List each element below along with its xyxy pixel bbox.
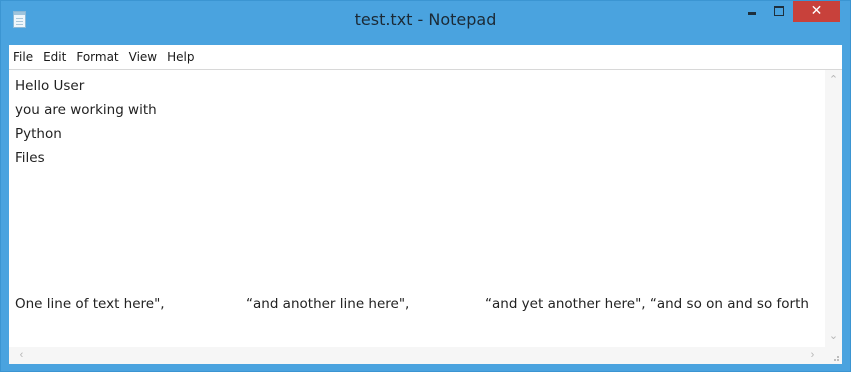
scroll-down-icon[interactable]: ⌄ <box>825 328 842 345</box>
text-line-4: Files <box>15 150 45 166</box>
title-bar[interactable]: test.txt - Notepad ✕ <box>1 1 850 45</box>
editor-area[interactable]: Hello User you are working with Python F… <box>9 70 842 364</box>
close-button[interactable]: ✕ <box>793 1 840 22</box>
minimize-button[interactable] <box>739 1 765 22</box>
text-line-3: Python <box>15 126 62 142</box>
window-title: test.txt - Notepad <box>354 10 497 29</box>
text-line-long-part2: “and another line here", <box>246 296 410 312</box>
text-line-1: Hello User <box>15 78 85 94</box>
horizontal-scrollbar[interactable]: ‹ › <box>9 347 825 364</box>
menu-edit[interactable]: Edit <box>38 45 71 69</box>
scroll-left-icon[interactable]: ‹ <box>13 347 30 364</box>
notepad-window: test.txt - Notepad ✕ File Edit Format View H… <box>0 0 851 372</box>
menu-file[interactable]: File <box>9 45 38 69</box>
text-content[interactable]: Hello User you are working with Python F… <box>9 70 825 347</box>
scroll-up-icon[interactable]: ⌃ <box>825 72 842 89</box>
text-line-2: you are working with <box>15 102 157 118</box>
resize-grip-icon[interactable] <box>825 347 842 364</box>
text-line-long-part3: “and yet another here", “and so on and s… <box>485 296 809 312</box>
menu-view[interactable]: View <box>124 45 162 69</box>
menu-bar: File Edit Format View Help <box>9 45 842 70</box>
maximize-button[interactable] <box>766 1 792 22</box>
text-line-long-part1: One line of text here", <box>15 296 165 312</box>
scroll-right-icon[interactable]: › <box>804 347 821 364</box>
vertical-scrollbar[interactable]: ⌃ ⌄ <box>825 70 842 347</box>
menu-help[interactable]: Help <box>162 45 199 69</box>
menu-format[interactable]: Format <box>71 45 123 69</box>
